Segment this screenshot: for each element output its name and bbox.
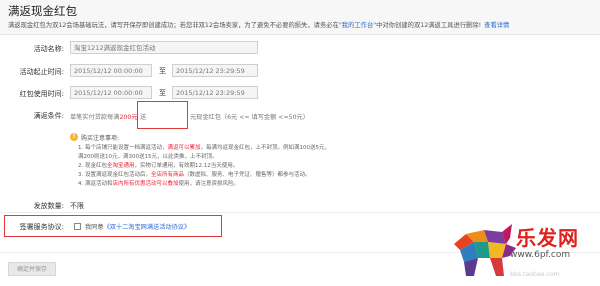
- activity-time-label: 活动起止时间:: [19, 68, 64, 76]
- watermark: bbs.taobao.com: [510, 271, 560, 278]
- description-text-end: 中对你创建的双12满返工具进行删除!: [376, 22, 482, 29]
- to-label-2: 至: [159, 89, 166, 97]
- bull-logo-icon: [454, 224, 516, 276]
- condition-prefix: 单笔实付贷款每满200元: [70, 112, 138, 121]
- redpack-time-label: 红包使用时间:: [19, 90, 64, 98]
- agreement-prefix: 我同意: [85, 224, 104, 231]
- description-text: 满返现金红包为双12会场基础玩法，请写开保存即创建成功；若您非双12会场卖家，为…: [8, 22, 339, 29]
- logo-text: 乐发网: [516, 226, 579, 250]
- activity-start-input[interactable]: 2015/12/12 00:00:00: [70, 64, 152, 77]
- agreement-text: 我同意《双十二淘宝网满送活动协议》: [85, 222, 190, 231]
- note-line: 3. 设置满返现金红包活动后，全店所有商品（数虚拟、服务、电子凭证、赠售等）都参…: [78, 170, 311, 178]
- condition-amount: 200元: [119, 114, 138, 121]
- activity-name-input[interactable]: 淘宝1212满返现金红包活动: [70, 41, 258, 54]
- note-text: 2. 现金红包: [78, 163, 107, 169]
- activity-name-label: 活动名称:: [33, 45, 64, 53]
- issue-label: 发放数量:: [33, 202, 64, 210]
- condition-label: 满返条件:: [33, 112, 64, 120]
- condition-amount-input[interactable]: 送: [140, 112, 146, 121]
- note-line: 1. 每个店铺只能设置一档满返活动，满返可以累加，每满均返现金红包，上不封顶。例…: [78, 143, 330, 151]
- note-text: 4. 满返活动和: [78, 181, 113, 187]
- workbench-link[interactable]: "我的工作台": [339, 22, 376, 29]
- redpack-start-input[interactable]: 2015/12/12 00:00:00: [70, 86, 152, 99]
- condition-suffix: 元现金红包（6元 <= 填写金额 <=50元）: [190, 114, 309, 121]
- note-text: ，每满均返现金红包，上不封顶。例如满100送5元，: [200, 145, 331, 151]
- note-highlight: 全淘宝通用: [107, 163, 135, 169]
- note-text: 1. 每个店铺只能设置一档满返活动，: [78, 145, 168, 151]
- condition-prefix-text: 单笔实付贷款每满: [70, 114, 120, 121]
- note-text: 满200则送10元，满300送15元，以此类推，上不封顶。: [78, 154, 218, 160]
- page-title: 满返现金红包: [8, 4, 77, 18]
- agreement-checkbox[interactable]: [74, 223, 81, 230]
- note-highlight: 满返可以累加: [167, 145, 201, 151]
- submit-button[interactable]: 确定并保存: [8, 262, 56, 276]
- agreement-link[interactable]: 《双十二淘宝网满送活动协议》: [104, 224, 191, 231]
- issue-value: 不限: [70, 202, 84, 210]
- note-line: 满200则送10元，满300送15元，以此类推，上不封顶。: [78, 152, 218, 160]
- note-text: （数虚拟、服务、电子凭证、赠售等）都参与活动。: [184, 172, 311, 178]
- note-line: 2. 现金红包全淘宝通用，实物订单通用，有效期12.12当天使用。: [78, 161, 238, 169]
- note-highlight: 店内所有优惠活动可以叠加: [112, 181, 179, 187]
- divider: [0, 212, 600, 213]
- to-label: 至: [159, 67, 166, 75]
- header: 满返现金红包 满返现金红包为双12会场基础玩法，请写开保存即创建成功；若您非双1…: [0, 0, 600, 35]
- notes-title: 购买注意事项:: [81, 135, 120, 142]
- activity-end-input[interactable]: 2015/12/12 23:29:59: [172, 64, 258, 77]
- detail-link[interactable]: 查看详情: [484, 22, 509, 29]
- agreement-label: 签署服务协议:: [19, 223, 64, 231]
- note-highlight: 全店所有商品: [151, 172, 185, 178]
- note-text: 3. 设置满返现金红包活动后，: [78, 172, 151, 178]
- note-text: ，实物订单通用，有效期12.12当天使用。: [134, 163, 239, 169]
- redpack-end-input[interactable]: 2015/12/12 23:29:59: [172, 86, 258, 99]
- info-icon: !: [70, 133, 78, 141]
- note-text: 使用，请注意资损风险。: [178, 181, 240, 187]
- note-line: 4. 满返活动和店内所有优惠活动可以叠加使用，请注意资损风险。: [78, 179, 239, 187]
- page-description: 满返现金红包为双12会场基础玩法，请写开保存即创建成功；若您非双12会场卖家，为…: [8, 20, 509, 29]
- logo-url: www.6pf.com: [510, 250, 571, 260]
